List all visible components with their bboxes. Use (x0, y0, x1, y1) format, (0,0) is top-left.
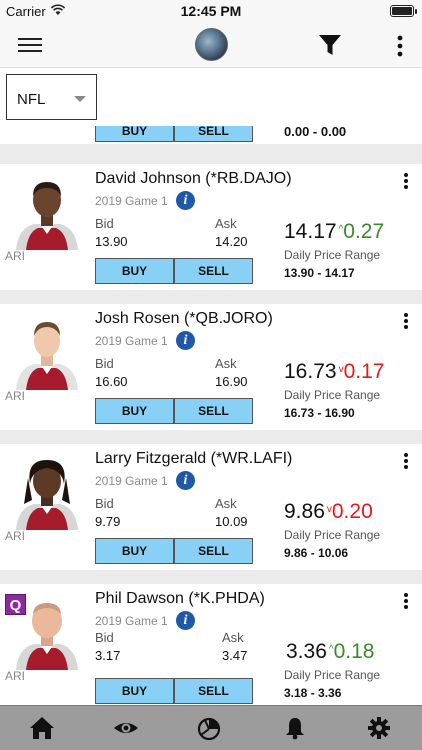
player-card-partial: BUY SELL 0.00 - 0.00 (0, 126, 422, 144)
player-photo (16, 322, 78, 390)
player-name[interactable]: Josh Rosen (*QB.JORO) (95, 310, 273, 328)
status-bar: Carrier 12:45 PM (0, 0, 422, 22)
gear-icon[interactable] (366, 716, 392, 740)
ask-value: 10.09 (215, 514, 248, 529)
buy-button[interactable]: BUY (95, 398, 174, 424)
ask-value: 16.90 (215, 374, 248, 389)
team-label: ARI (5, 669, 26, 683)
sell-button[interactable]: SELL (174, 258, 253, 284)
ask-label: Ask (215, 356, 237, 371)
daily-price-range-label: Daily Price Range (284, 248, 381, 262)
ask-label: Ask (215, 496, 237, 511)
player-name[interactable]: Phil Dawson (*K.PHDA) (95, 590, 265, 608)
bid-value: 16.60 (95, 374, 128, 389)
player-list[interactable]: BUY SELL 0.00 - 0.00 ARI David Johnson (… (0, 126, 422, 705)
daily-price-range-label: Daily Price Range (284, 668, 381, 682)
game-label: 2019 Game 1 (95, 474, 168, 488)
daily-price-range-value: 0.00 - 0.00 (284, 126, 347, 139)
price-value: 3.36 (286, 640, 327, 663)
player-photo (16, 460, 78, 530)
bid-label: Bid (95, 496, 114, 511)
sell-button[interactable]: SELL (174, 538, 253, 564)
team-label: ARI (5, 529, 26, 543)
daily-price-range-label: Daily Price Range (284, 388, 381, 402)
daily-price-range-value: 13.90 - 14.17 (284, 266, 355, 280)
price-change: 0.27 (343, 220, 385, 243)
player-card[interactable]: ARI Josh Rosen (*QB.JORO) 2019 Game 1 i … (0, 304, 422, 430)
info-icon[interactable]: i (176, 191, 195, 210)
current-price: 9.86 v0.20 (284, 500, 373, 524)
injury-status-badge: Q (5, 594, 26, 615)
pie-chart-icon[interactable] (197, 716, 223, 740)
bell-icon[interactable] (282, 716, 308, 740)
info-icon[interactable]: i (176, 471, 195, 490)
price-change: 0.17 (343, 360, 385, 383)
price-value: 14.17 (284, 220, 337, 243)
team-label: ARI (5, 389, 26, 403)
player-card[interactable]: ARI Larry Fitzgerald (*WR.LAFI) 2019 Gam… (0, 444, 422, 570)
sell-button[interactable]: SELL (174, 678, 253, 704)
hamburger-icon[interactable] (18, 38, 42, 54)
status-time: 12:45 PM (180, 3, 242, 19)
price-change: 0.20 (331, 500, 373, 523)
bid-label: Bid (95, 356, 114, 371)
more-vertical-icon[interactable] (402, 312, 410, 330)
league-select-value: NFL (17, 91, 46, 108)
current-price: 3.36 ^0.18 (286, 640, 374, 664)
bid-label: Bid (95, 216, 114, 231)
daily-price-range-value: 16.73 - 16.90 (284, 406, 355, 420)
ask-value: 3.47 (222, 648, 248, 663)
price-change: 0.18 (333, 640, 375, 663)
ask-value: 14.20 (215, 234, 248, 249)
ask-label: Ask (222, 630, 244, 645)
buy-button[interactable]: BUY (95, 678, 174, 704)
buy-button[interactable]: BUY (95, 258, 174, 284)
more-vertical-icon[interactable] (402, 592, 410, 610)
battery-icon (390, 5, 417, 17)
filter-icon[interactable] (318, 34, 342, 56)
filter-bar: NFL (0, 68, 422, 126)
navigation-bar (0, 22, 422, 68)
bid-value: 9.79 (95, 514, 121, 529)
ask-label: Ask (215, 216, 237, 231)
bid-value: 13.90 (95, 234, 128, 249)
info-icon[interactable]: i (176, 611, 195, 630)
daily-price-range-value: 9.86 - 10.06 (284, 546, 349, 560)
team-label: ARI (5, 249, 26, 263)
bid-value: 3.17 (95, 648, 121, 663)
more-vertical-icon[interactable] (402, 452, 410, 470)
sell-button[interactable]: SELL (174, 398, 253, 424)
price-value: 9.86 (284, 500, 325, 523)
chevron-down-icon (74, 96, 86, 102)
player-card[interactable]: Q ARI Phil Dawson (*K.PHDA) 2019 Game 1 … (0, 584, 422, 705)
bid-label: Bid (95, 630, 114, 645)
more-vertical-icon[interactable] (392, 34, 408, 58)
home-icon[interactable] (29, 716, 55, 740)
buy-button[interactable]: BUY (95, 538, 174, 564)
daily-price-range-value: 3.18 - 3.36 (284, 686, 342, 700)
player-name[interactable]: Larry Fitzgerald (*WR.LAFI) (95, 450, 292, 468)
daily-price-range-label: Daily Price Range (284, 528, 381, 542)
eye-icon[interactable] (113, 716, 139, 740)
info-icon[interactable]: i (176, 331, 195, 350)
price-value: 16.73 (284, 360, 337, 383)
current-price: 14.17 ^0.27 (284, 220, 384, 244)
sell-button[interactable]: SELL (174, 126, 253, 142)
game-label: 2019 Game 1 (95, 614, 168, 628)
tab-bar (0, 705, 422, 750)
player-card[interactable]: ARI David Johnson (*RB.DAJO) 2019 Game 1… (0, 164, 422, 290)
player-photo (16, 182, 78, 250)
buy-button[interactable]: BUY (95, 126, 174, 142)
league-select[interactable]: NFL (6, 74, 97, 120)
game-label: 2019 Game 1 (95, 194, 168, 208)
app-logo (195, 28, 228, 61)
current-price: 16.73 v0.17 (284, 360, 384, 384)
game-label: 2019 Game 1 (95, 334, 168, 348)
more-vertical-icon[interactable] (402, 172, 410, 190)
player-name[interactable]: David Johnson (*RB.DAJO) (95, 170, 292, 188)
